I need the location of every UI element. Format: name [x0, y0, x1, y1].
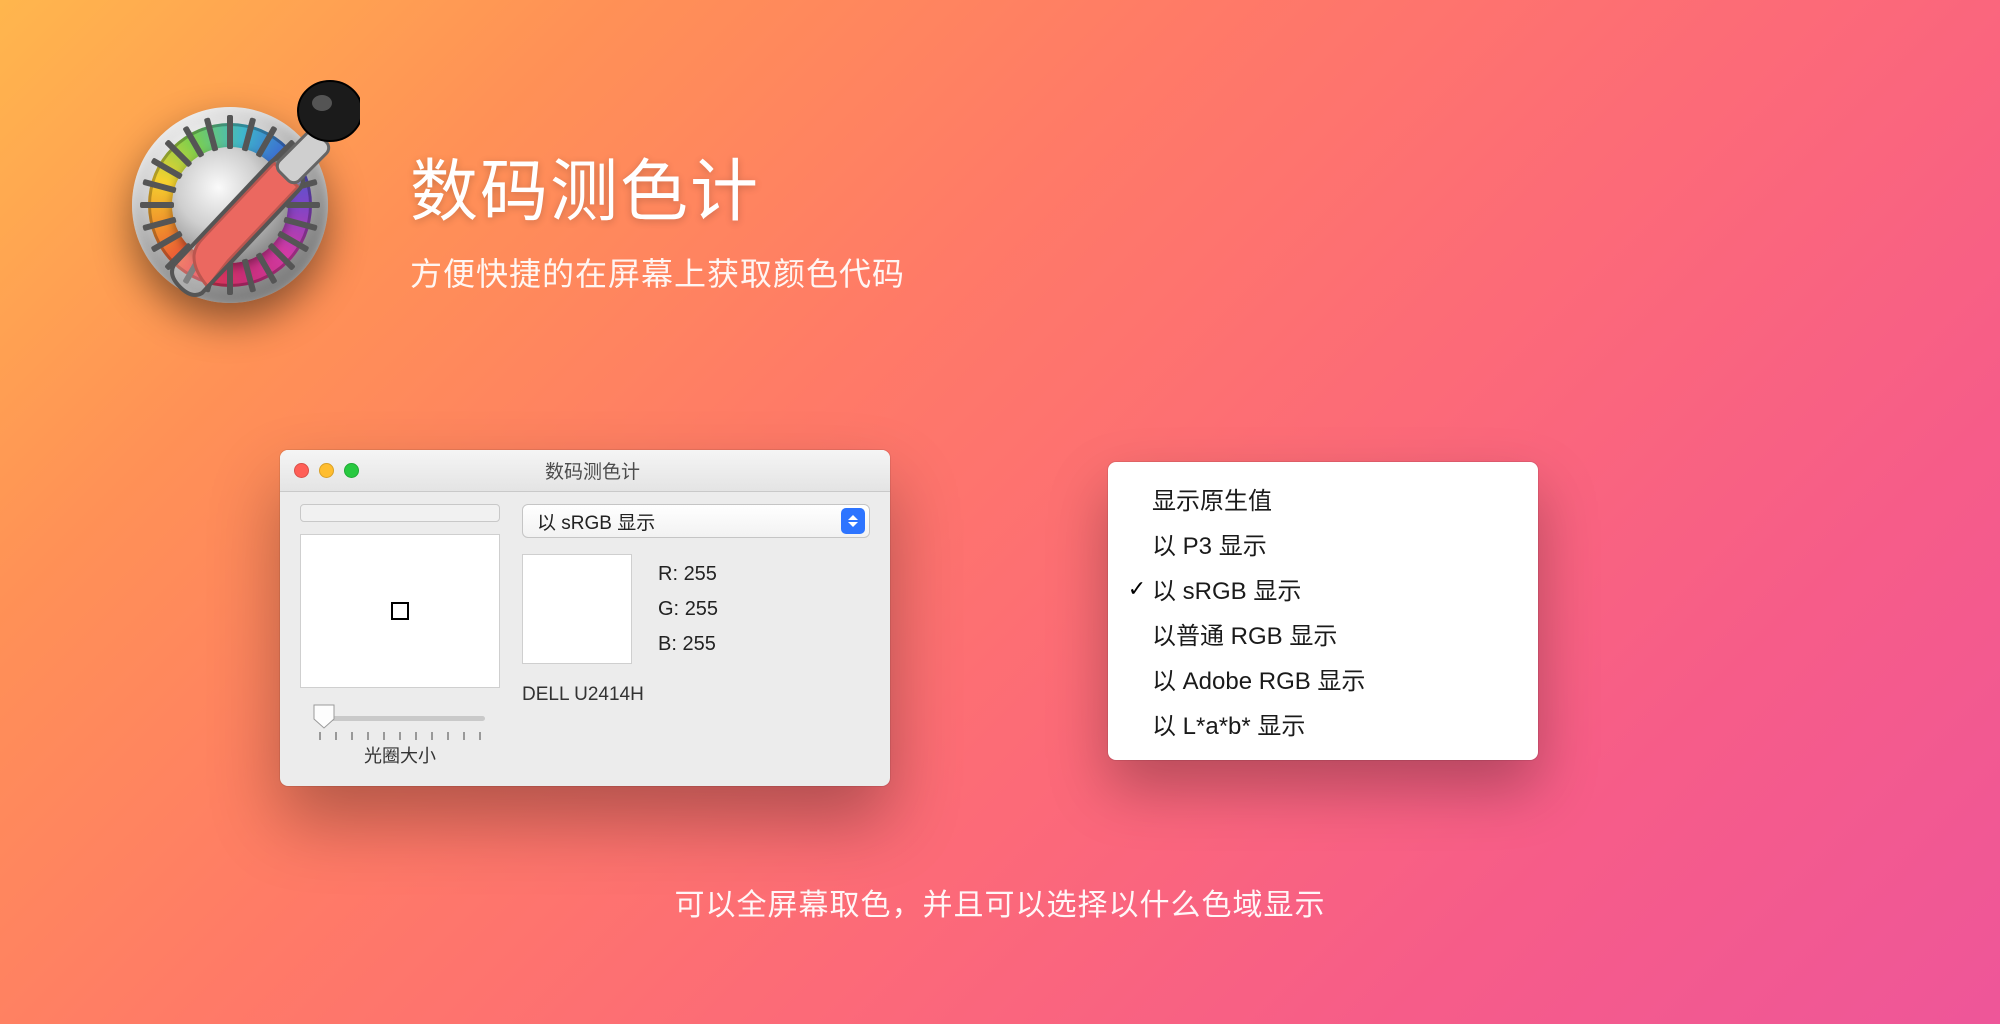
aperture-slider[interactable]: [315, 710, 485, 740]
caption: 可以全屏幕取色，并且可以选择以什么色域显示: [0, 880, 2000, 924]
menu-item-label: 以 sRGB 显示: [1152, 571, 1301, 606]
r-value: 255: [684, 563, 717, 585]
r-label: R:: [658, 563, 678, 585]
menu-item-4[interactable]: 以 Adobe RGB 显示: [1108, 656, 1538, 701]
menu-item-label: 以 Adobe RGB 显示: [1152, 661, 1365, 696]
color-swatch: [522, 554, 632, 664]
colorspace-menu: 显示原生值以 P3 显示✓以 sRGB 显示以普通 RGB 显示以 Adobe …: [1108, 462, 1538, 760]
app-title: 数码测色计: [410, 136, 905, 235]
titlebar: 数码测色计: [280, 450, 890, 492]
values-column: 以 sRGB 显示 R: 255 G: 255 B: 255 DELL U241…: [522, 504, 870, 768]
menu-item-3[interactable]: 以普通 RGB 显示: [1108, 611, 1538, 656]
g-value: 255: [685, 598, 718, 620]
menu-item-label: 显示原生值: [1152, 481, 1272, 516]
preview-header: [300, 504, 500, 522]
close-button[interactable]: [294, 463, 309, 478]
g-label: G:: [658, 598, 679, 620]
hero: 数码测色计 方便快捷的在屏幕上获取颜色代码: [110, 85, 905, 325]
magnifier-preview: [300, 534, 500, 688]
menu-item-label: 以 L*a*b* 显示: [1152, 706, 1305, 741]
app-icon: [110, 85, 350, 325]
menu-item-0[interactable]: 显示原生值: [1108, 476, 1538, 521]
checkmark-icon: ✓: [1122, 576, 1152, 602]
menu-item-1[interactable]: 以 P3 显示: [1108, 521, 1538, 566]
display-name: DELL U2414H: [522, 684, 870, 706]
hero-titles: 数码测色计 方便快捷的在屏幕上获取颜色代码: [410, 116, 905, 295]
b-label: B:: [658, 633, 677, 655]
popup-selected-label: 以 sRGB 显示: [537, 508, 841, 535]
pixel-target-icon: [391, 602, 409, 620]
window-title: 数码测色计: [309, 457, 876, 484]
app-subtitle: 方便快捷的在屏幕上获取颜色代码: [410, 249, 905, 295]
slider-label: 光圈大小: [364, 742, 436, 768]
colorspace-popup[interactable]: 以 sRGB 显示: [522, 504, 870, 538]
preview-column: 光圈大小: [300, 504, 500, 768]
b-value: 255: [682, 633, 715, 655]
menu-item-label: 以 P3 显示: [1152, 526, 1267, 561]
chevrons-icon: [841, 508, 865, 534]
menu-item-5[interactable]: 以 L*a*b* 显示: [1108, 701, 1538, 746]
menu-item-label: 以普通 RGB 显示: [1152, 616, 1337, 651]
rgb-values: R: 255 G: 255 B: 255: [658, 554, 718, 664]
app-window: 数码测色计 光圈大小 以 sRGB 显示: [280, 450, 890, 786]
slider-thumb-icon[interactable]: [312, 703, 336, 729]
menu-item-2[interactable]: ✓以 sRGB 显示: [1108, 566, 1538, 611]
